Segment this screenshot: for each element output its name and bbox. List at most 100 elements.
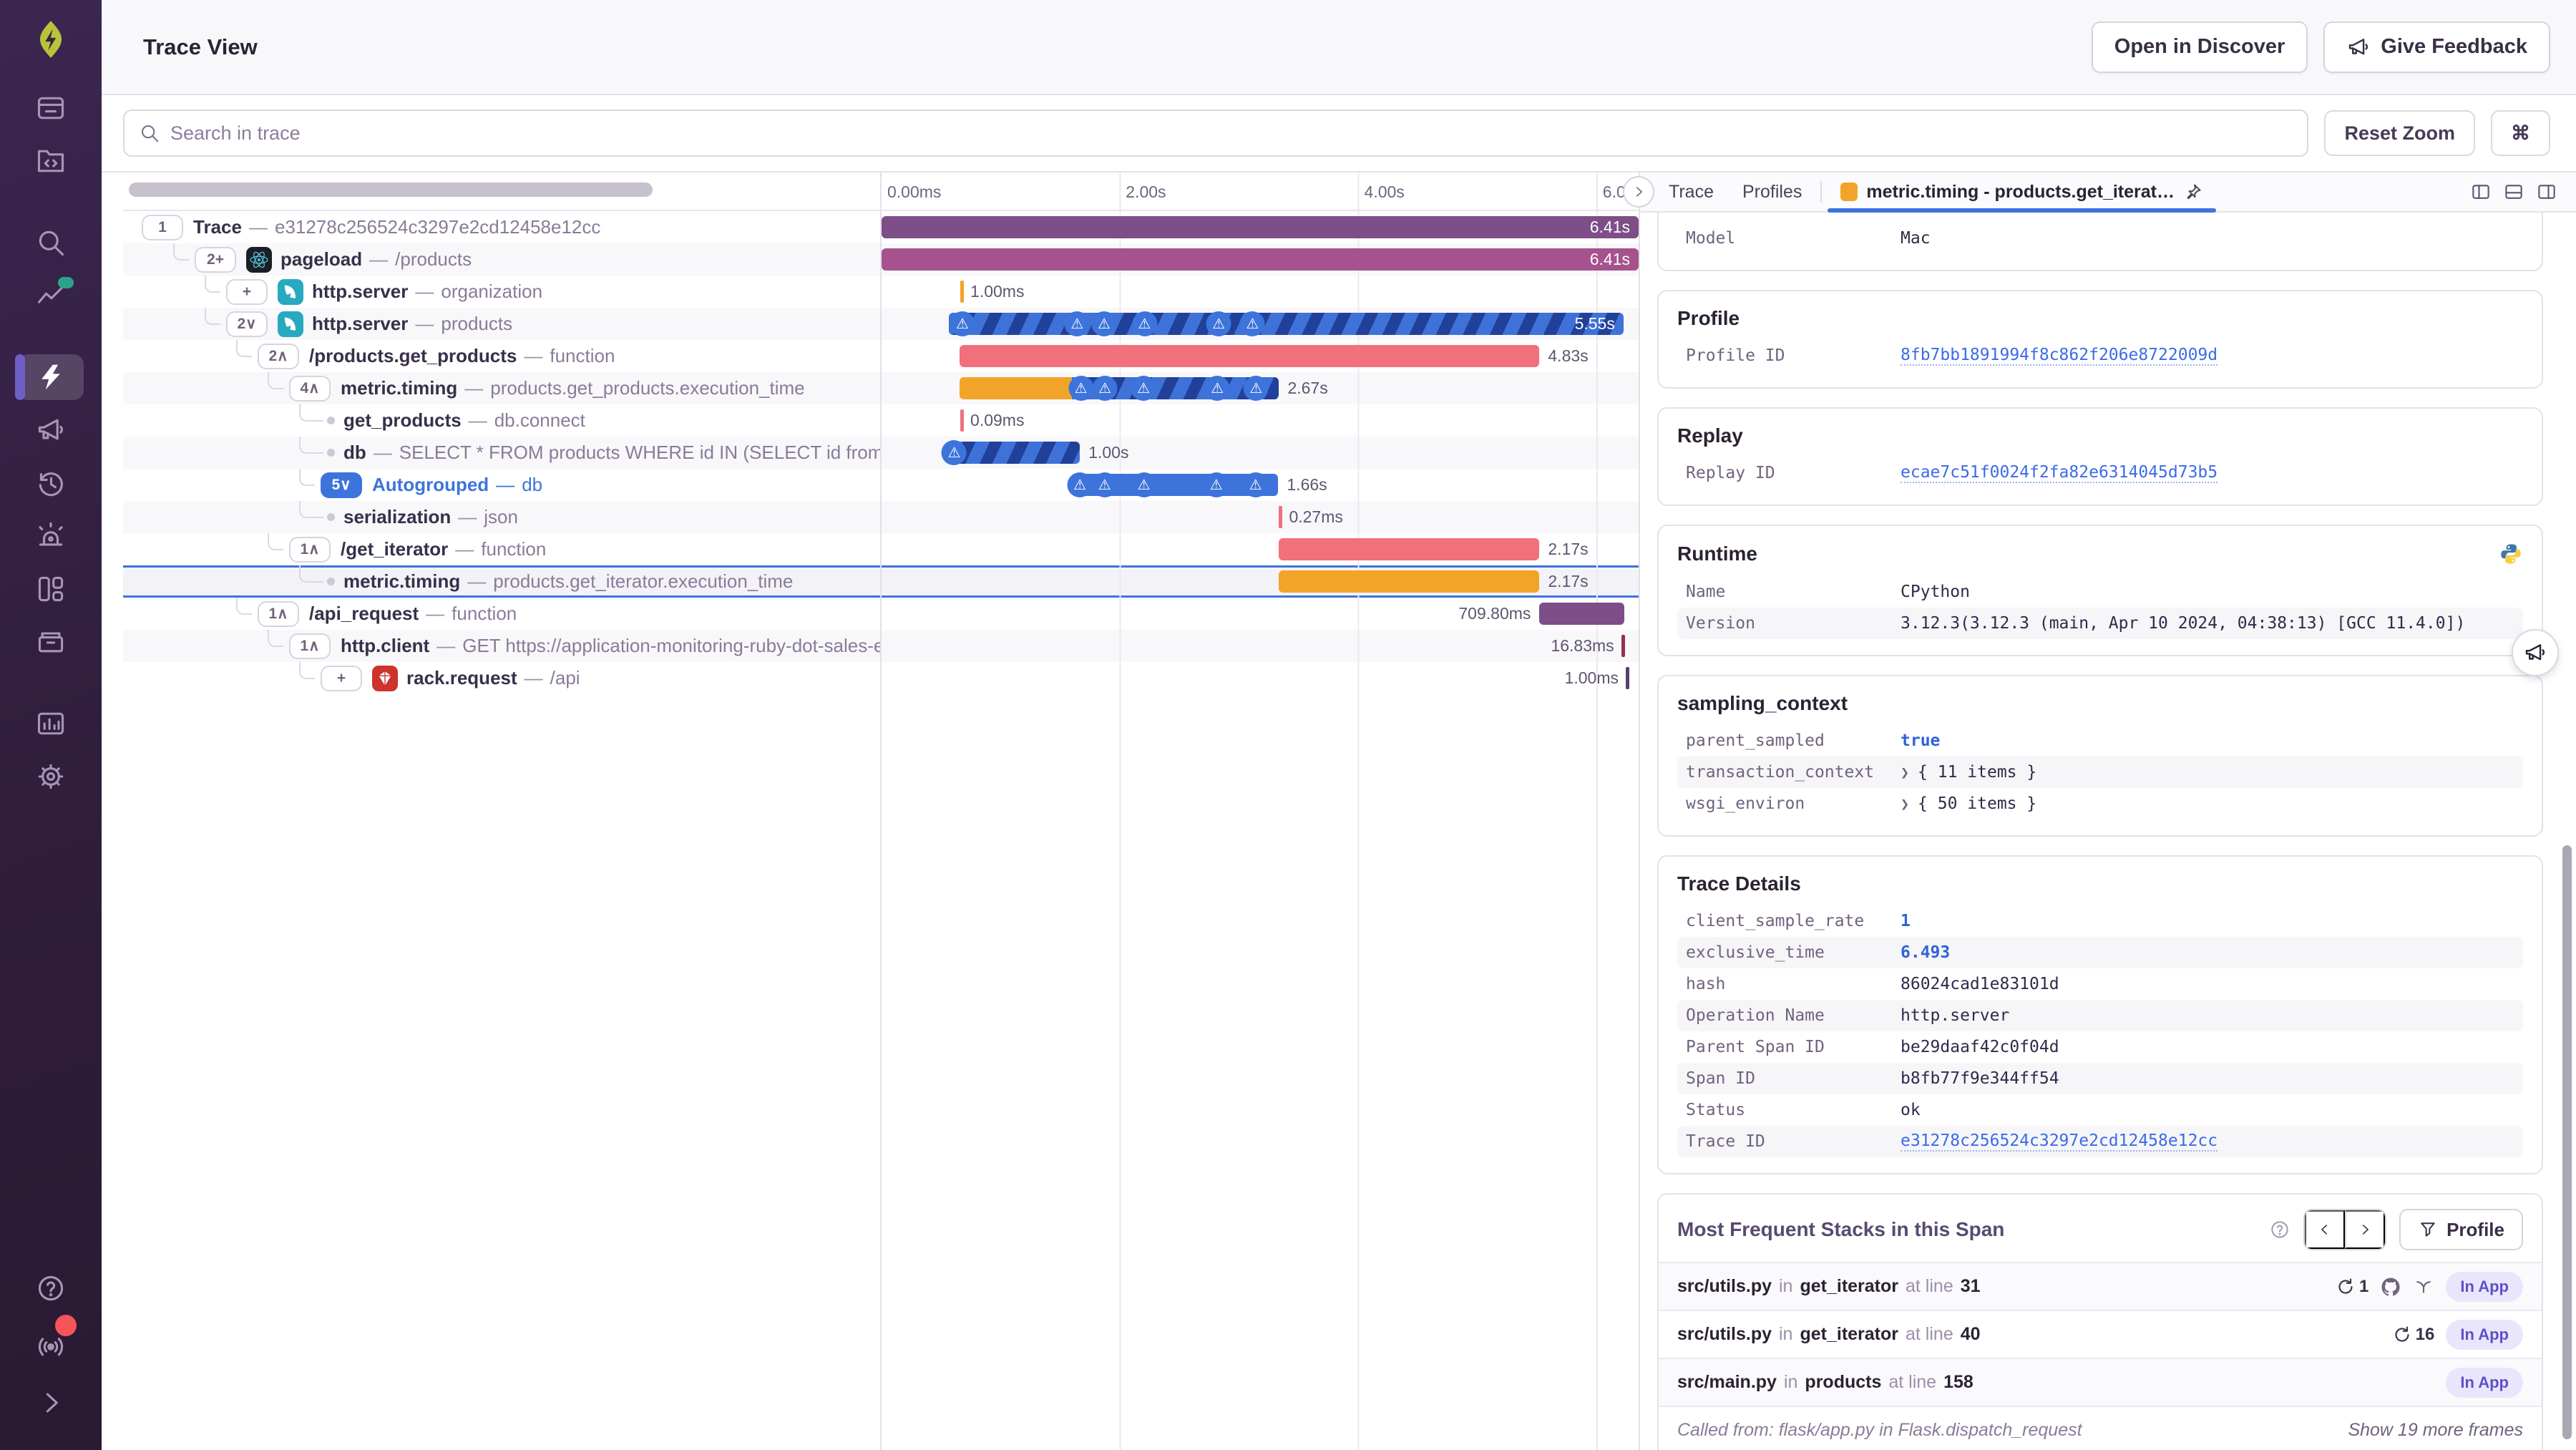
span-bar[interactable]: ⚠ ⚠ ⚠ ⚠ ⚠ ⚠ — [949, 311, 1624, 336]
previous-stack-button[interactable] — [2305, 1210, 2346, 1249]
span-instant-tick[interactable] — [1621, 635, 1625, 657]
span-bar[interactable] — [1279, 538, 1540, 560]
sidebar-item-insights[interactable] — [18, 273, 84, 318]
panel-right-icon[interactable] — [2536, 181, 2557, 203]
span-children-badge[interactable]: 1∧ — [289, 536, 331, 563]
panel-left-icon[interactable] — [2470, 181, 2492, 203]
span-row[interactable]: 1∧ /get_iterator — function 2.17s — [123, 533, 1639, 565]
reset-zoom-button[interactable]: Reset Zoom — [2324, 110, 2475, 156]
warning-icon[interactable]: ⚠ — [1091, 311, 1117, 336]
sidebar-item-explore[interactable] — [18, 220, 84, 266]
github-icon[interactable] — [2380, 1276, 2401, 1298]
sentry-logo[interactable] — [30, 19, 72, 60]
span-row-track[interactable]: ⚠ 1.00s — [882, 437, 1639, 469]
warning-icon[interactable]: ⚠ — [1092, 472, 1118, 497]
span-children-badge[interactable]: 2∨ — [226, 311, 268, 337]
expand-chevron-icon[interactable]: ❯ — [1901, 764, 1909, 781]
warning-icon[interactable]: ⚠ — [950, 311, 975, 336]
sidebar-item-releases[interactable] — [18, 460, 84, 506]
stack-frame-row[interactable]: src/utils.py in get_iterator at line 31 1 In A… — [1659, 1262, 2542, 1310]
span-row-track[interactable]: 1.00ms — [882, 662, 1639, 694]
span-bar[interactable]: ⚠ ⚠ ⚠ ⚠ ⚠ — [959, 376, 1279, 401]
span-bar[interactable] — [959, 345, 1540, 367]
warning-icon[interactable]: ⚠ — [1243, 376, 1269, 401]
span-row-track[interactable]: ⚠ ⚠ ⚠ ⚠ ⚠ 2.67s — [882, 372, 1639, 404]
span-row[interactable]: 2∧ /products.get_products — function 4.83s — [123, 340, 1639, 372]
span-children-badge[interactable]: 5∨ — [321, 472, 362, 498]
row-value[interactable]: 8fb7bb1891994f8c862f206e8722009d — [1901, 346, 2218, 366]
collapse-panel-button[interactable] — [1623, 176, 1654, 208]
sidebar-item-feedback[interactable] — [18, 407, 84, 453]
span-row-track[interactable]: 6.41s — [882, 211, 1639, 243]
warning-icon[interactable]: ⚠ — [1243, 472, 1269, 497]
search-input[interactable] — [170, 122, 2293, 145]
span-row[interactable]: 4∧ metric.timing — products.get_products.ex… — [123, 372, 1639, 404]
span-instant-tick[interactable] — [960, 281, 965, 303]
span-bar[interactable]: ⚠ ⚠ ⚠ ⚠ ⚠ — [1067, 472, 1279, 497]
span-instant-tick[interactable] — [1279, 506, 1283, 528]
row-value[interactable]: e31278c256524c3297e2cd12458e12cc — [1901, 1132, 2218, 1152]
stack-frame-row[interactable]: Called from: flask/app.py in Flask.dispa… — [1659, 1406, 2542, 1450]
tab-profiles[interactable]: Profiles — [1728, 172, 1816, 211]
tab-trace[interactable]: Trace — [1654, 172, 1728, 211]
shortcut-button[interactable]: ⌘ — [2491, 110, 2550, 156]
span-children-badge[interactable]: 4∧ — [289, 375, 331, 402]
warning-icon[interactable]: ⚠ — [1131, 472, 1157, 497]
sidebar-item-help[interactable] — [18, 1263, 84, 1313]
warning-icon[interactable]: ⚠ — [1092, 376, 1118, 401]
span-row[interactable]: 1∧ /api_request — function 709.80ms — [123, 598, 1639, 630]
span-row-track[interactable]: ⚠ ⚠ ⚠ ⚠ ⚠ ⚠ 5.55s — [882, 308, 1639, 340]
sidebar-item-settings[interactable] — [18, 754, 84, 799]
span-row-track[interactable]: 2.17s — [882, 533, 1639, 565]
span-row-track[interactable]: 6.41s — [882, 243, 1639, 276]
warning-icon[interactable]: ⚠ — [1131, 376, 1156, 401]
warning-icon[interactable]: ⚠ — [1068, 376, 1094, 401]
sidebar-item-expand[interactable] — [18, 1378, 84, 1428]
span-instant-tick[interactable] — [960, 409, 965, 432]
floating-feedback-button[interactable] — [2512, 629, 2559, 676]
tab-span-details[interactable]: metric.timing - products.get_iterat… — [1826, 172, 2218, 213]
sidebar-item-archive[interactable] — [18, 619, 84, 665]
span-bar[interactable] — [1539, 603, 1624, 625]
span-row[interactable]: 5∨ Autogrouped — db ⚠ ⚠ ⚠ ⚠ ⚠ 1.66s — [123, 469, 1639, 501]
span-children-badge[interactable]: 2+ — [195, 246, 236, 273]
sidebar-item-stats[interactable] — [18, 701, 84, 746]
span-row[interactable]: 2∨ http.server — products ⚠ ⚠ ⚠ ⚠ ⚠ ⚠ 5.55s — [123, 308, 1639, 340]
span-bar[interactable] — [1279, 570, 1540, 593]
sidebar-item-broadcast[interactable] — [18, 1315, 84, 1371]
span-bar[interactable]: ⚠ — [941, 440, 1080, 465]
search-box[interactable] — [123, 110, 2309, 157]
sidebar-item-issues[interactable] — [18, 85, 84, 131]
warning-icon[interactable]: ⚠ — [1206, 311, 1231, 336]
profile-button[interactable]: Profile — [2399, 1209, 2523, 1250]
seer-icon[interactable] — [2413, 1276, 2434, 1298]
span-row[interactable]: + rack.request — /api 1.00ms — [123, 662, 1639, 694]
open-in-discover-button[interactable]: Open in Discover — [2091, 21, 2308, 73]
panel-bottom-icon[interactable] — [2503, 181, 2524, 203]
span-row[interactable]: get_products — db.connect 0.09ms — [123, 404, 1639, 437]
span-row[interactable]: 1∧ http.client — GET https://application-mo… — [123, 630, 1639, 662]
span-row-track[interactable]: 0.09ms — [882, 404, 1639, 437]
span-row-track[interactable]: ⚠ ⚠ ⚠ ⚠ ⚠ 1.66s — [882, 469, 1639, 501]
span-row[interactable]: serialization — json 0.27ms — [123, 501, 1639, 533]
span-row[interactable]: 1 Trace — e31278c256524c3297e2cd12458e12cc 6… — [123, 211, 1639, 243]
help-icon[interactable] — [2269, 1219, 2290, 1240]
warning-icon[interactable]: ⚠ — [1064, 311, 1090, 336]
span-row-track[interactable]: 4.83s — [882, 340, 1639, 372]
warning-icon[interactable]: ⚠ — [1204, 376, 1230, 401]
stack-frame-row[interactable]: src/main.py in products at line 158 In App — [1659, 1358, 2542, 1406]
row-value[interactable]: ecae7c51f0024f2fa82e6314045d73b5 — [1901, 463, 2218, 483]
sidebar-item-projects[interactable] — [18, 138, 84, 184]
span-children-badge[interactable]: 1 — [142, 214, 183, 240]
stack-frame-row[interactable]: src/utils.py in get_iterator at line 40 16 In … — [1659, 1310, 2542, 1358]
horizontal-scrollbar[interactable] — [129, 183, 653, 197]
vertical-scrollbar[interactable] — [2562, 845, 2572, 1439]
span-row[interactable]: + http.server — organization 1.00ms — [123, 276, 1639, 308]
show-more-frames-link[interactable]: Show 19 more frames — [2348, 1420, 2523, 1441]
span-row[interactable]: 2+ pageload — /products 6.41s — [123, 243, 1639, 276]
give-feedback-button[interactable]: Give Feedback — [2323, 21, 2550, 73]
sidebar-item-alerts[interactable] — [18, 513, 84, 559]
span-bar[interactable] — [882, 216, 1639, 238]
span-children-badge[interactable]: 1∧ — [258, 600, 299, 627]
span-instant-tick[interactable] — [1626, 667, 1629, 689]
